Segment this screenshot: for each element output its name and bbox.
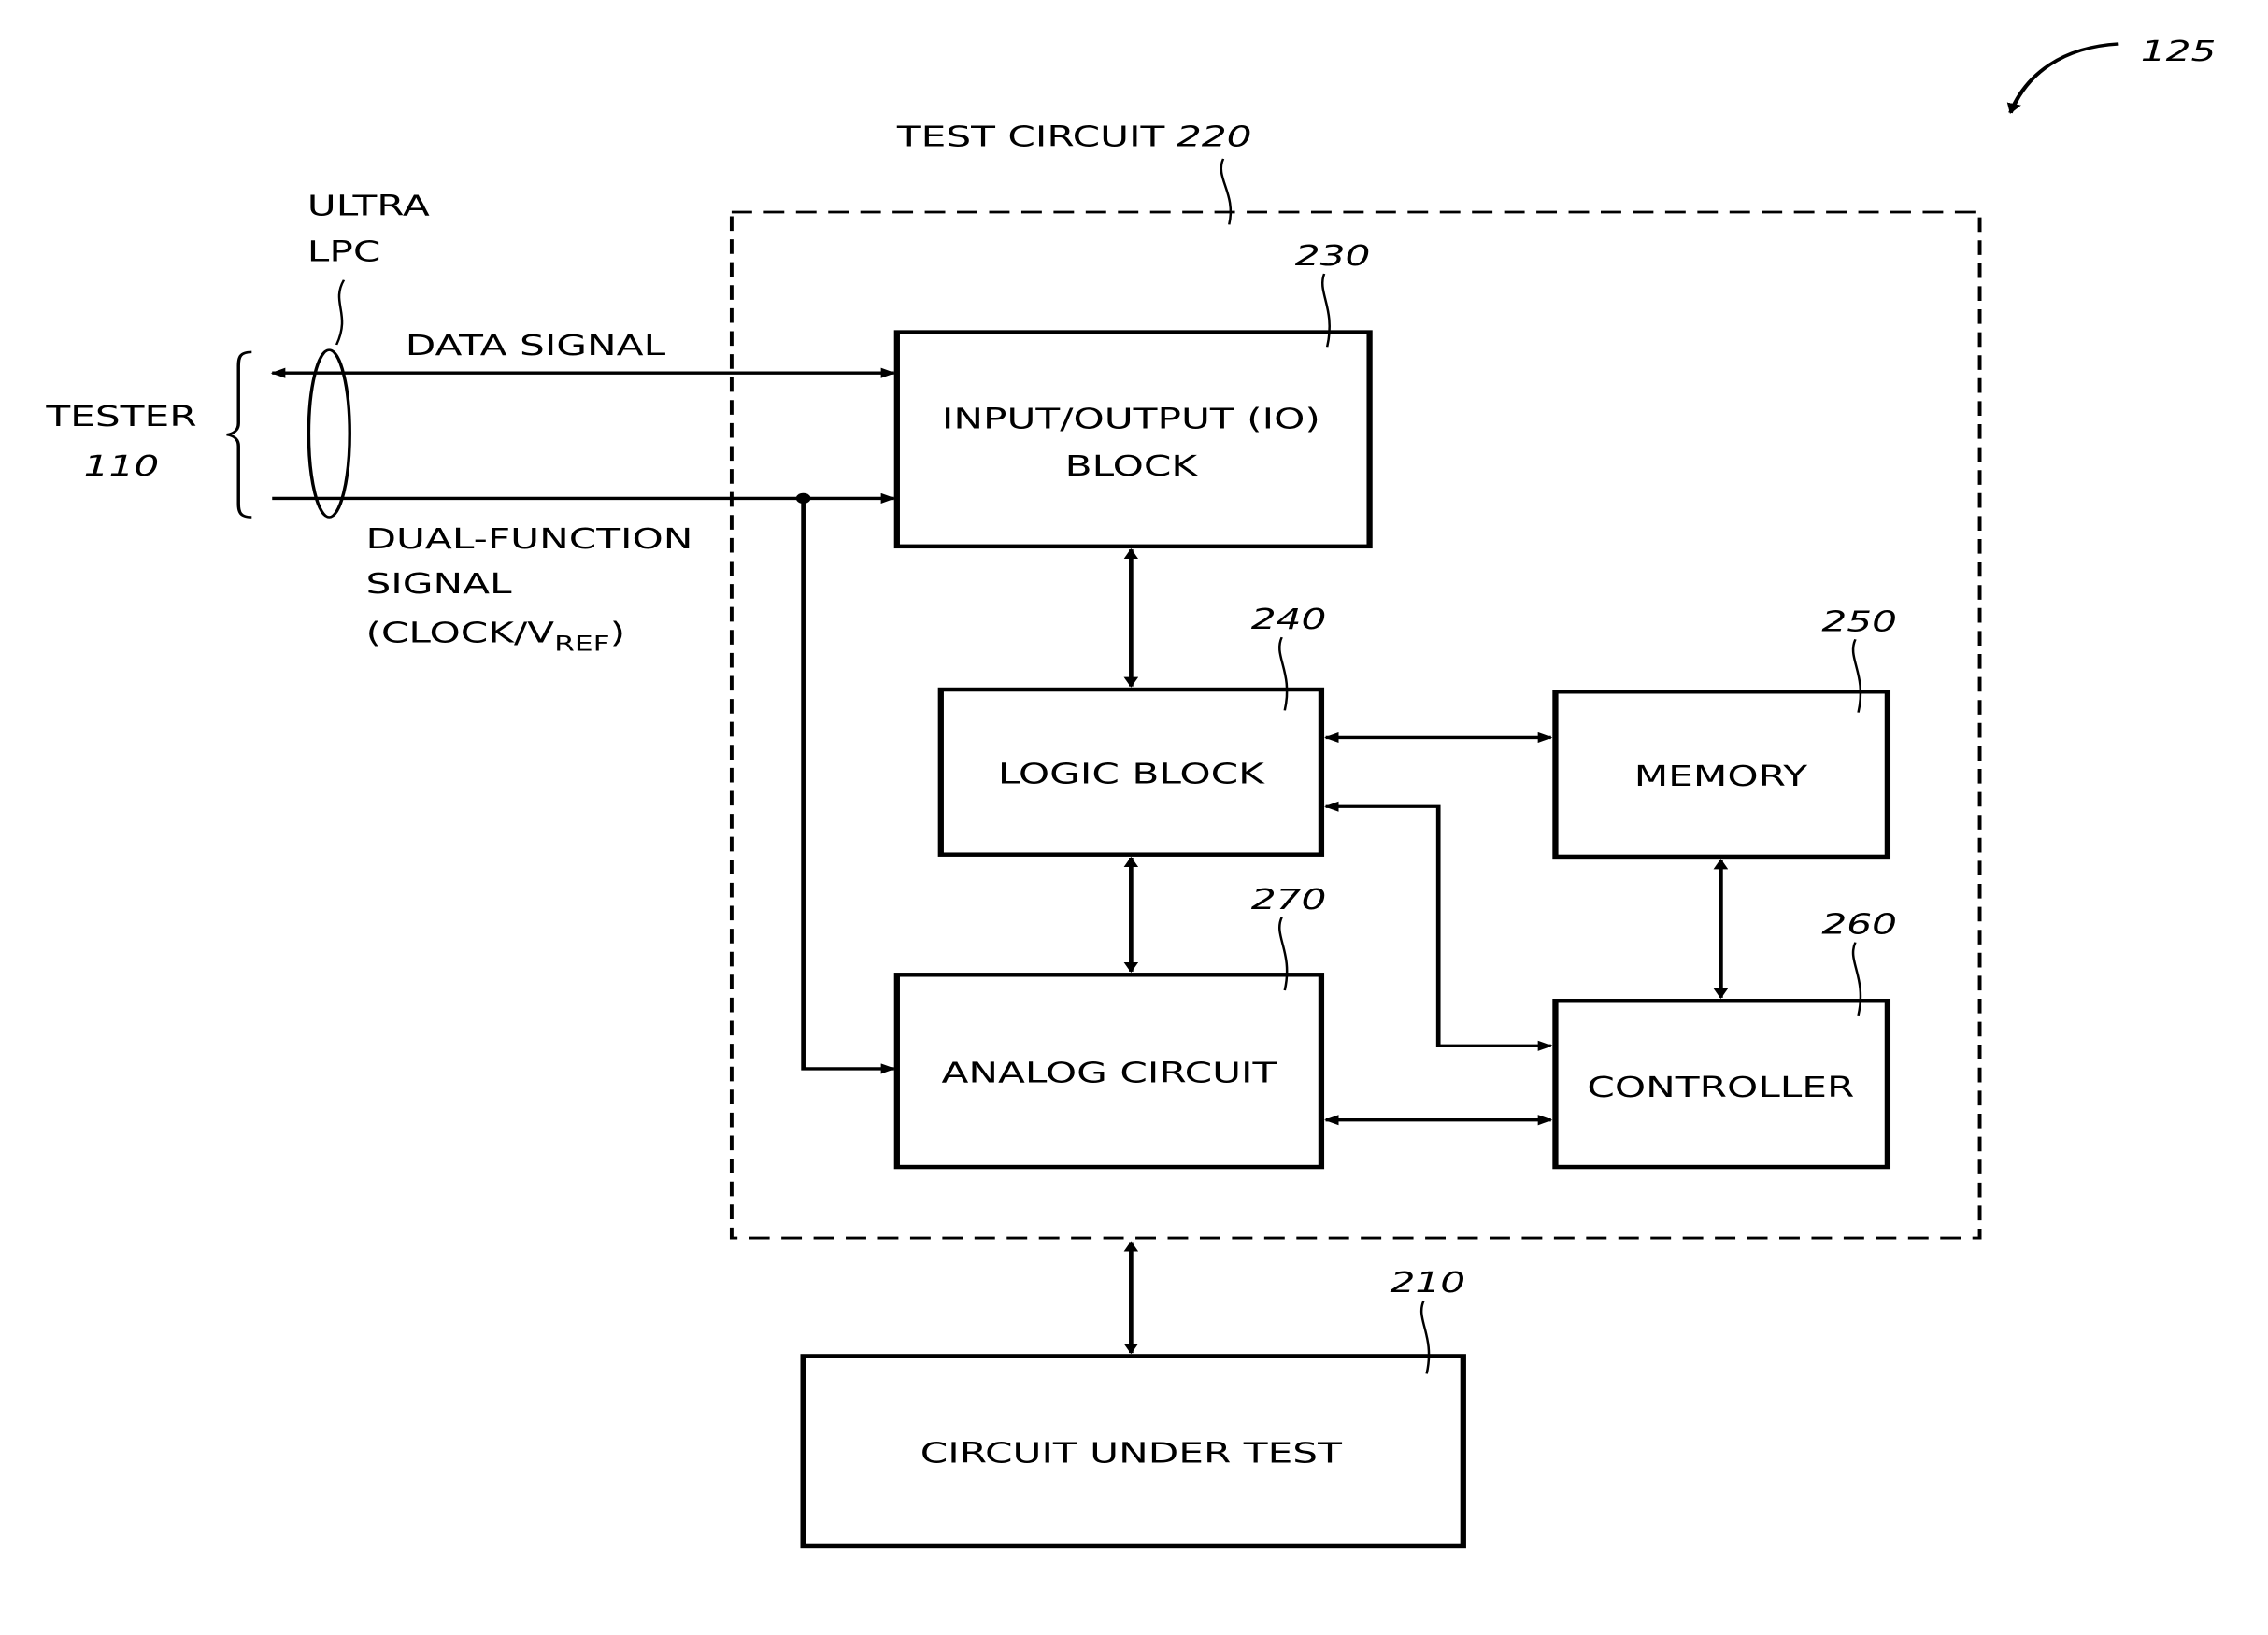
circuit-under-test-label: CIRCUIT UNDER TEST [920,1437,1343,1470]
tester-label: TESTER [45,400,196,433]
block-diagram: 125 TEST CIRCUIT 220 TESTER 110 ULTRA LPC… [45,35,2217,1549]
memory-block-ref: 250 [1821,604,1897,637]
io-block-label-line2: BLOCK [1065,449,1199,482]
bus-label-line1: ULTRA [307,189,430,221]
dual-label-line3: (CLOCK/VREF) [365,617,625,657]
memory-block-label: MEMORY [1634,760,1808,792]
logic-block-label: LOGIC BLOCK [998,758,1265,790]
dual-to-analog-line [801,498,896,1074]
figure-ref-arrow [2006,42,2119,114]
analog-block-ref: 270 [1251,883,1327,916]
tester-ref: 110 [84,449,160,482]
figure-ref: 125 [2141,35,2217,67]
logic-block-ref: 240 [1251,603,1327,635]
test-circuit-leader [1220,158,1233,225]
analog-block-label: ANALOG CIRCUIT [941,1057,1277,1089]
controller-block-ref: 260 [1821,908,1897,941]
data-signal-label: DATA SIGNAL [406,329,666,362]
circuit-under-test-ref: 210 [1391,1266,1466,1299]
logic-controller-link [1324,801,1553,1051]
io-block-ref: 230 [1295,239,1371,272]
bus-ellipse [307,348,351,519]
dual-label-line1: DUAL-FUNCTION [365,522,692,555]
controller-block-label: CONTROLLER [1587,1071,1854,1103]
test-circuit-label: TEST CIRCUIT 220 [896,121,1252,153]
tester-brace [226,350,252,519]
io-block [893,330,1373,549]
io-block-label-line1: INPUT/OUTPUT (IO) [942,403,1320,435]
bus-label-line2: LPC [307,235,381,268]
bus-leader [335,279,346,346]
dual-label-line2: SIGNAL [365,567,512,600]
